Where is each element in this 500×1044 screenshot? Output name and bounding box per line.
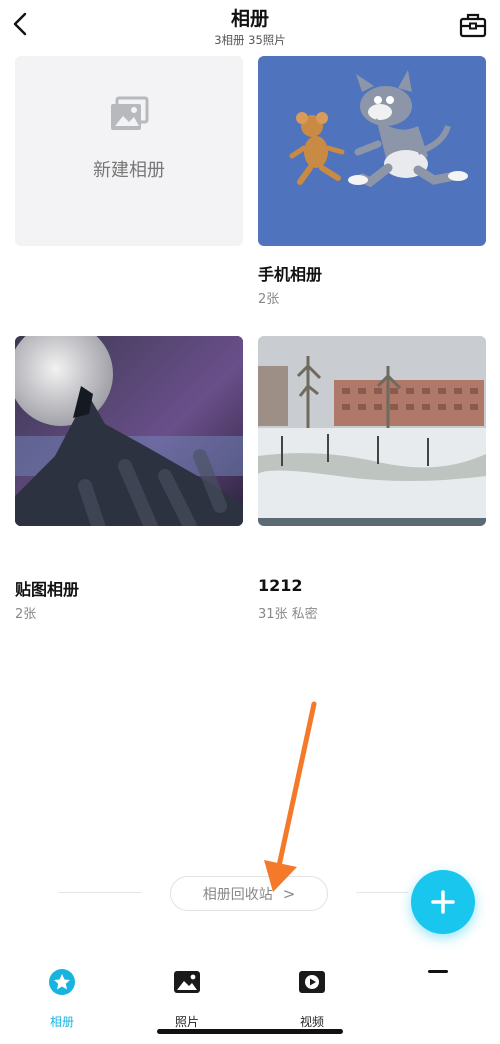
- new-album-card[interactable]: 新建相册: [15, 56, 243, 246]
- album-cover-phone[interactable]: [258, 56, 486, 246]
- video-icon: [299, 971, 325, 993]
- album-name: 手机相册: [258, 265, 323, 284]
- gallery-add-icon: [111, 96, 149, 130]
- tab-label: 相册: [49, 1015, 74, 1029]
- tab-label: 照片: [174, 1015, 199, 1029]
- album-cover-stickers[interactable]: [15, 336, 243, 526]
- divider-right: [356, 892, 408, 893]
- album-count: 2张: [258, 292, 280, 307]
- album-count: 2张: [15, 607, 37, 622]
- album-count: 31张 私密: [258, 607, 318, 622]
- album-name: 贴图相册: [15, 580, 80, 599]
- page-subtitle: 3相册 35照片: [214, 33, 286, 47]
- top-bar: 相册 3相册 35照片: [0, 0, 500, 56]
- album-name: 1212: [258, 576, 303, 595]
- tab-videos[interactable]: 视频: [277, 968, 347, 1029]
- toolbox-button[interactable]: [456, 8, 490, 42]
- photo-icon: [174, 971, 200, 993]
- divider-left: [58, 892, 142, 893]
- toolbox-icon: [459, 13, 487, 38]
- album-cover-image: [289, 70, 468, 188]
- new-album-label: 新建相册: [93, 160, 165, 181]
- add-button[interactable]: [411, 870, 475, 934]
- page-title: 相册: [230, 8, 269, 30]
- album-icon: [49, 969, 75, 995]
- tab-albums[interactable]: 相册: [27, 968, 97, 1029]
- album-cover-image: [15, 336, 243, 526]
- more-indicator: [428, 970, 448, 973]
- album-cover-image: [258, 336, 486, 526]
- recycle-label: 相册回收站: [202, 886, 273, 903]
- tab-label: 视频: [299, 1015, 324, 1029]
- album-recycle-bin-button[interactable]: 相册回收站 >: [170, 876, 328, 911]
- plus-icon: [431, 890, 455, 914]
- tab-photos[interactable]: 照片: [152, 968, 222, 1029]
- home-indicator: [157, 1029, 343, 1034]
- album-cover-1212[interactable]: [258, 336, 486, 526]
- chevron-right-icon: >: [282, 884, 296, 903]
